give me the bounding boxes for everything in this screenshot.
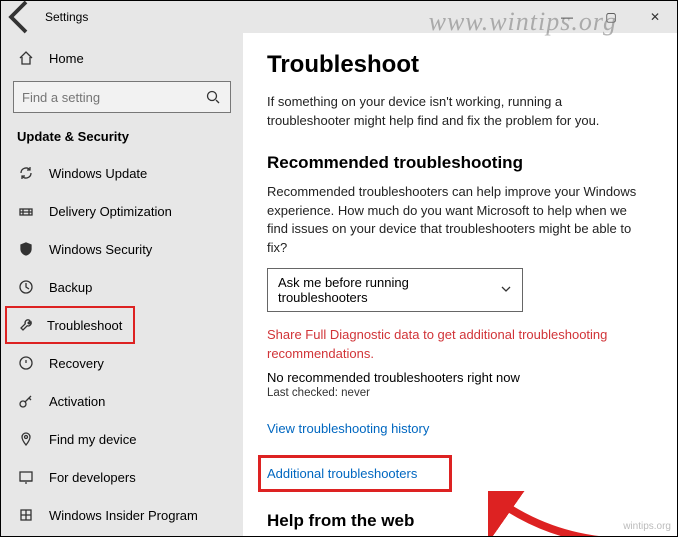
backup-icon [17,278,35,296]
maximize-button[interactable]: ▢ [589,1,633,33]
sidebar-item-label: Find my device [49,432,136,447]
sidebar-item-label: Troubleshoot [47,318,122,333]
search-input[interactable] [22,90,192,105]
diagnostic-warning: Share Full Diagnostic data to get additi… [267,326,647,364]
sidebar-item-for-developers[interactable]: For developers [1,458,243,496]
troubleshooter-preference-dropdown[interactable]: Ask me before running troubleshooters [267,268,523,312]
sync-icon [17,164,35,182]
sidebar-item-label: Delivery Optimization [49,204,172,219]
home-icon [17,49,35,67]
sidebar-item-label: Backup [49,280,92,295]
recovery-icon [17,354,35,372]
shield-icon [17,240,35,258]
sidebar-item-activation[interactable]: Activation [1,382,243,420]
chevron-down-icon [500,283,512,298]
sidebar-item-delivery-optimization[interactable]: Delivery Optimization [1,192,243,230]
last-checked: Last checked: never [267,387,657,399]
sidebar-item-label: Windows Insider Program [49,508,198,523]
delivery-icon [17,202,35,220]
recommended-status: No recommended troubleshooters right now [267,370,657,385]
sidebar-section-title: Update & Security [1,123,243,154]
search-box[interactable] [13,81,231,113]
insider-icon [17,506,35,524]
view-history-link[interactable]: View troubleshooting history [267,421,429,436]
recommended-heading: Recommended troubleshooting [267,153,657,173]
recommended-description: Recommended troubleshooters can help imp… [267,183,647,258]
sidebar-item-label: Recovery [49,356,104,371]
credit-text: wintips.org [623,521,671,532]
key-icon [17,392,35,410]
help-heading: Help from the web [267,511,657,531]
sidebar-item-backup[interactable]: Backup [1,268,243,306]
sidebar-item-recovery[interactable]: Recovery [1,344,243,382]
home-label: Home [49,51,84,66]
sidebar-item-windows-update[interactable]: Windows Update [1,154,243,192]
additional-troubleshooters-link[interactable]: Additional troubleshooters [261,458,449,489]
back-button[interactable] [1,1,41,33]
minimize-button[interactable]: — [545,1,589,33]
sidebar-item-label: For developers [49,470,136,485]
home-button[interactable]: Home [1,39,243,77]
sidebar-item-windows-insider[interactable]: Windows Insider Program [1,496,243,534]
sidebar-item-windows-security[interactable]: Windows Security [1,230,243,268]
search-icon [204,88,222,106]
content-pane: Troubleshoot If something on your device… [243,33,677,536]
window-title: Settings [45,10,88,24]
dropdown-value: Ask me before running troubleshooters [278,275,500,305]
page-title: Troubleshoot [267,51,657,79]
sidebar-item-label: Activation [49,394,105,409]
close-button[interactable]: ✕ [633,1,677,33]
sidebar-item-find-my-device[interactable]: Find my device [1,420,243,458]
wrench-icon [17,316,35,334]
location-icon [17,430,35,448]
dev-icon [17,468,35,486]
sidebar: Home Update & Security Windows Update De… [1,33,243,536]
intro-text: If something on your device isn't workin… [267,93,647,131]
sidebar-item-troubleshoot[interactable]: Troubleshoot [5,306,135,344]
sidebar-item-label: Windows Security [49,242,152,257]
sidebar-item-label: Windows Update [49,166,147,181]
